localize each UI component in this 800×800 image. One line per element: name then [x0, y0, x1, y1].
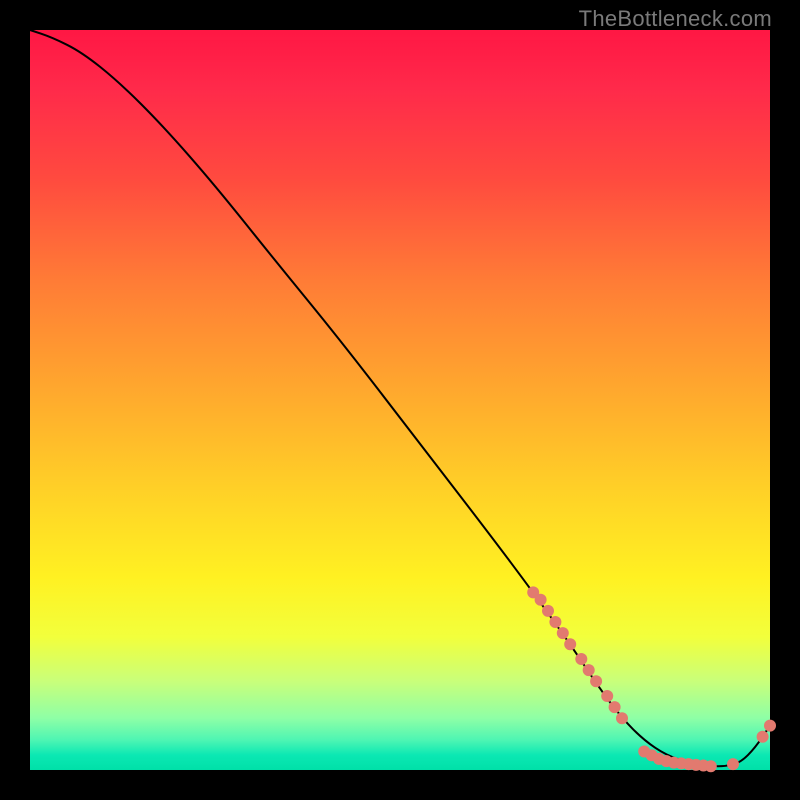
highlight-dot — [549, 616, 561, 628]
highlight-dot — [575, 653, 587, 665]
highlight-dot — [542, 605, 554, 617]
highlight-dot — [535, 594, 547, 606]
highlight-dot — [764, 720, 776, 732]
bottleneck-curve — [30, 30, 770, 766]
highlight-dot — [601, 690, 613, 702]
bottleneck-curve-path — [30, 30, 770, 766]
curve-layer — [0, 0, 800, 800]
highlight-dot — [583, 664, 595, 676]
highlight-dot — [557, 627, 569, 639]
highlight-dot — [705, 760, 717, 772]
highlight-dot — [564, 638, 576, 650]
chart-frame: TheBottleneck.com — [0, 0, 800, 800]
highlight-dot — [757, 731, 769, 743]
highlight-dot — [590, 675, 602, 687]
highlight-dot — [616, 712, 628, 724]
highlight-dot — [727, 758, 739, 770]
highlight-dot — [609, 701, 621, 713]
